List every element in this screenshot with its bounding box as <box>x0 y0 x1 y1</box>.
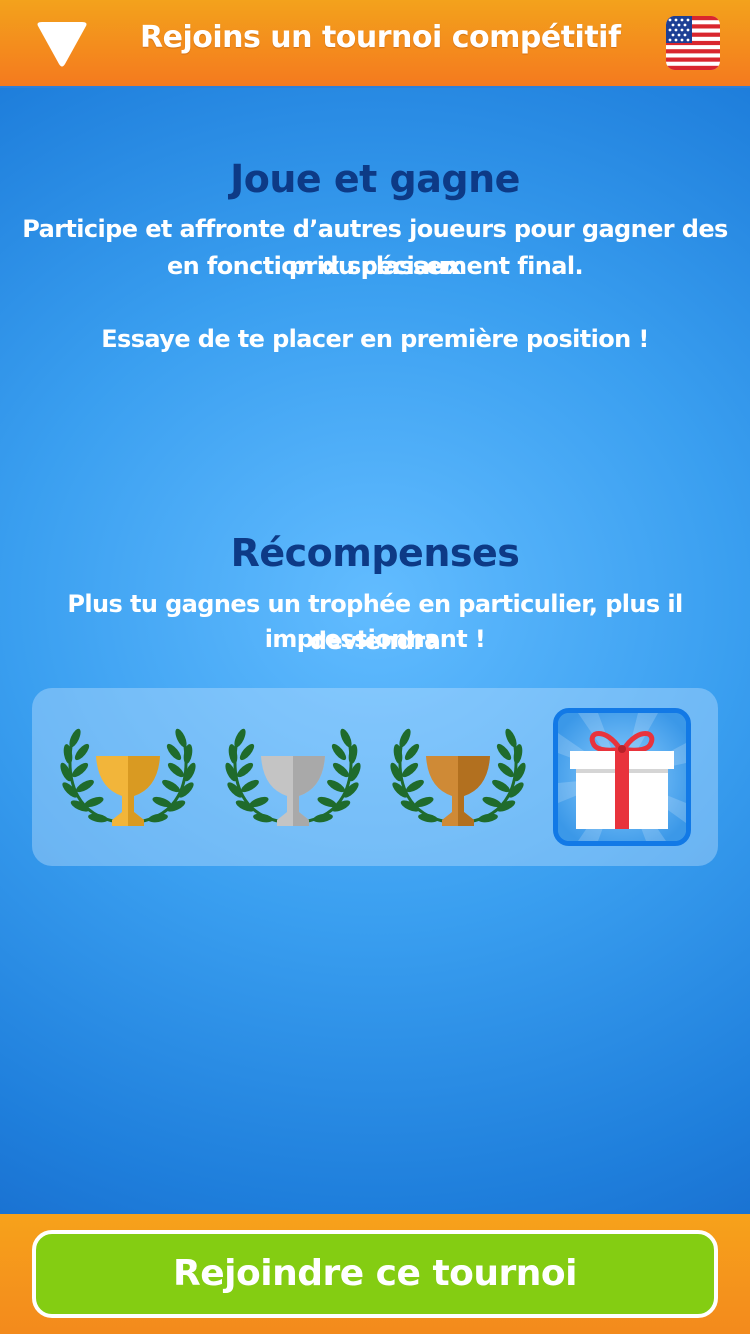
gold-trophy-icon <box>58 726 198 826</box>
top-bar: Rejoins un tournoi compétitif <box>0 0 750 88</box>
play-section-title: Joue et gagne <box>230 157 520 201</box>
back-button[interactable] <box>34 20 90 70</box>
gift-reward-button[interactable] <box>553 708 691 846</box>
bronze-trophy-icon <box>388 726 528 826</box>
play-description-line-2: en fonction du classement final. <box>167 252 584 280</box>
silver-trophy-icon <box>223 726 363 826</box>
rewards-description-line-2: impressionnant ! <box>264 625 486 653</box>
us-flag-icon <box>666 16 720 70</box>
rewards-panel <box>32 688 718 866</box>
rewards-section-title: Récompenses <box>230 531 520 575</box>
page-title: Rejoins un tournoi compétitif <box>140 20 621 55</box>
join-tournament-button[interactable]: Rejoindre ce tournoi <box>32 1230 718 1318</box>
play-description-line-3: Essaye de te placer en première position… <box>101 325 649 353</box>
bottom-bar: Rejoindre ce tournoi <box>0 1214 750 1334</box>
language-button[interactable] <box>666 16 720 70</box>
chevron-down-icon <box>37 22 87 67</box>
gift-icon <box>558 713 686 841</box>
